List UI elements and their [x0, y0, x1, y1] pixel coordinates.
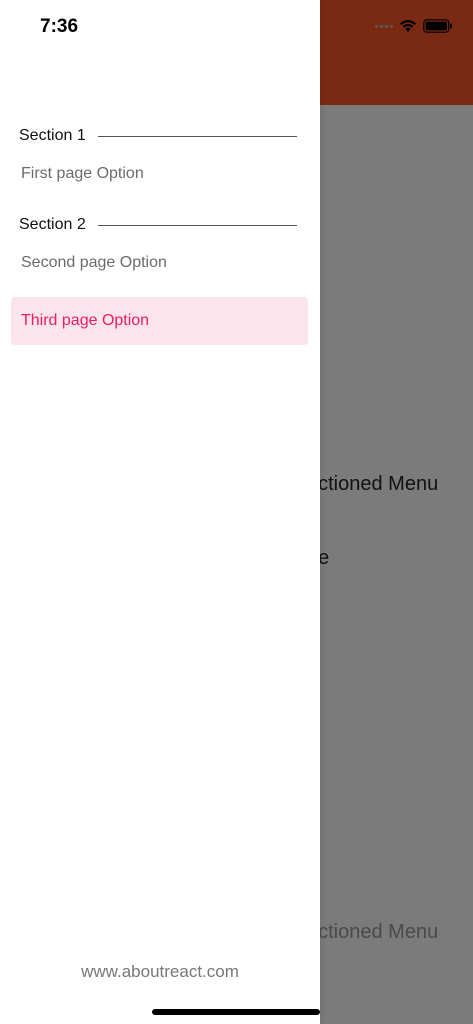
menu-item-third-page[interactable]: Third page Option	[11, 297, 308, 345]
section-title: Section 1	[19, 127, 86, 144]
section-header-2: Section 2	[19, 214, 297, 236]
background-footer-text: ectioned Menu	[307, 921, 439, 943]
menu-item-second-page[interactable]: Second page Option	[11, 239, 308, 287]
section-divider	[97, 135, 297, 137]
section-divider	[97, 224, 297, 226]
signal-dots-icon	[375, 24, 393, 28]
section-header-1: Section 1	[19, 125, 297, 147]
status-time: 7:36	[40, 16, 79, 37]
background-title-text: ectioned Menu	[307, 473, 439, 495]
home-indicator[interactable]	[152, 1009, 320, 1015]
navigation-drawer: 7:36 Section 1 First page Option Section…	[0, 0, 320, 1024]
status-indicators	[375, 18, 453, 34]
section-title: Section 2	[19, 216, 86, 233]
footer-link[interactable]: www.aboutreact.com	[0, 962, 320, 982]
menu-item-first-page[interactable]: First page Option	[11, 150, 308, 198]
battery-icon	[423, 19, 452, 33]
wifi-icon	[400, 20, 416, 32]
